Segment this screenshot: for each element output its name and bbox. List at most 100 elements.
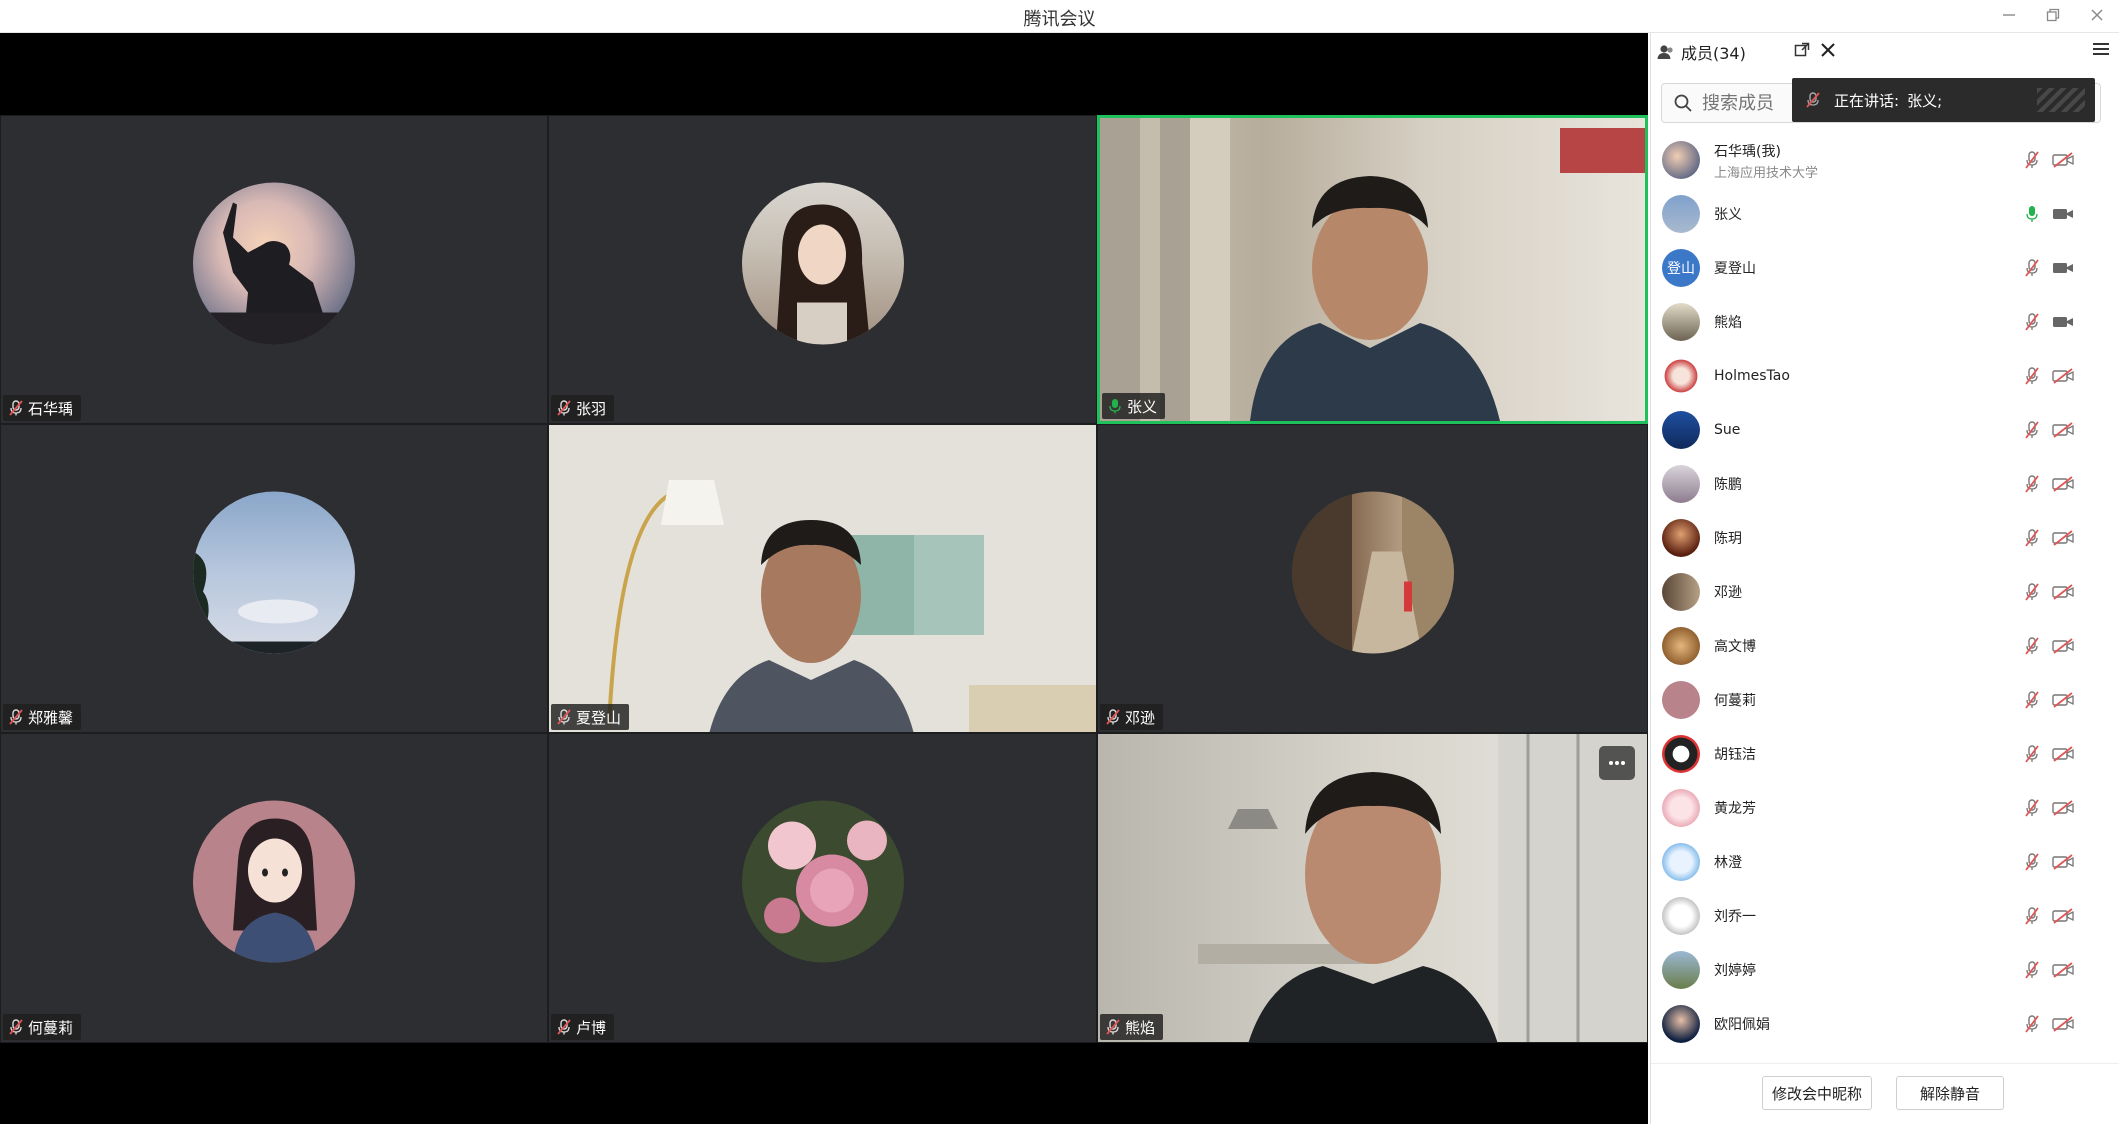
member-row[interactable]: 刘婷婷 [1651,943,2119,997]
video-tile[interactable]: 卢博 [548,733,1097,1043]
video-frame [1198,734,1647,1042]
rename-button[interactable]: 修改会中昵称 [1762,1076,1872,1110]
camera-off-icon[interactable] [2052,746,2074,762]
member-row[interactable]: 高文博 [1651,619,2119,673]
member-avatar [1662,573,1700,611]
participant-avatar [193,800,355,963]
member-row[interactable]: 登山 夏登山 [1651,241,2119,295]
video-tile[interactable]: 夏登山 [548,424,1097,733]
member-avatar [1662,303,1700,341]
member-name: 刘婷婷 [1714,963,1756,979]
member-avatar [1662,951,1700,989]
member-row[interactable]: 张义 [1651,187,2119,241]
mic-muted-icon[interactable] [2025,961,2039,979]
member-avatar [1662,789,1700,827]
menu-icon[interactable] [2092,41,2110,57]
video-tile[interactable]: 熊焰 [1097,733,1648,1043]
camera-off-icon[interactable] [2052,692,2074,708]
video-tile[interactable]: 郑雅馨 [0,424,548,733]
camera-off-icon[interactable] [2052,908,2074,924]
member-row[interactable]: 何蔓莉 [1651,673,2119,727]
mic-muted-icon[interactable] [2025,745,2039,763]
participant-name: 卢博 [576,1018,607,1037]
mic-muted-icon [1106,1019,1120,1035]
mic-muted-icon[interactable] [2025,583,2039,601]
popout-icon[interactable] [1794,42,1810,58]
search-icon [1674,94,1692,112]
camera-on-icon[interactable] [2052,260,2074,276]
mic-muted-icon[interactable] [2025,637,2039,655]
members-panel: 成员(34) 正在讲话: 张义; 石华瑀(我) 上海应用技术大学 [1650,33,2119,1124]
participant-video [1100,118,1645,421]
camera-off-icon[interactable] [2052,584,2074,600]
unmute-button[interactable]: 解除静音 [1896,1076,2004,1110]
camera-off-icon[interactable] [2052,638,2074,654]
member-avatar [1662,1005,1700,1043]
member-name: 欧阳佩娟 [1714,1017,1770,1033]
video-tile[interactable]: 张羽 [548,115,1097,424]
camera-off-icon[interactable] [2052,368,2074,384]
mic-muted-icon[interactable] [2025,313,2039,331]
member-row[interactable]: 熊焰 [1651,295,2119,349]
video-tile[interactable]: 邓逊 [1097,424,1648,733]
camera-off-icon[interactable] [2052,476,2074,492]
camera-off-icon[interactable] [2052,1016,2074,1032]
participant-nametag: 何蔓莉 [3,1014,82,1040]
camera-off-icon[interactable] [2052,152,2074,168]
cartoon-girl-image [233,818,317,963]
mic-muted-icon[interactable] [2025,1015,2039,1033]
audio-wave-icon [2037,88,2085,112]
mic-muted-icon[interactable] [2025,907,2039,925]
member-avatar [1662,465,1700,503]
panel-footer: 修改会中昵称 解除静音 [1651,1063,2119,1124]
mic-muted-icon[interactable] [2025,259,2039,277]
member-name: 张义 [1714,207,1742,223]
mic-muted-icon[interactable] [2025,367,2039,385]
member-avatar-initials: 登山 [1667,261,1695,277]
mic-muted-icon[interactable] [2025,421,2039,439]
minimize-button[interactable] [1987,0,2031,30]
member-row[interactable]: 胡钰洁 [1651,727,2119,781]
member-row[interactable]: 林澄 [1651,835,2119,889]
camera-off-icon[interactable] [2052,962,2074,978]
members-tab[interactable]: 成员(34) [1657,40,1746,64]
member-row[interactable]: 欧阳佩娟 [1651,997,2119,1051]
member-row[interactable]: 黄龙芳 [1651,781,2119,835]
member-row[interactable]: 陈鹏 [1651,457,2119,511]
video-tile[interactable]: 何蔓莉 [0,733,548,1043]
member-name: 黄龙芳 [1714,801,1756,817]
member-row[interactable]: Sue [1651,403,2119,457]
window-title: 腾讯会议 [1023,9,1096,30]
participant-name: 夏登山 [576,708,622,727]
mic-muted-icon[interactable] [2025,151,2039,169]
mic-muted-icon[interactable] [2025,853,2039,871]
participant-avatar [1291,491,1454,654]
mic-muted-icon[interactable] [2025,691,2039,709]
more-options-button[interactable] [1599,746,1635,780]
mic-muted-icon[interactable] [2025,799,2039,817]
video-tile-active-speaker[interactable]: 张义 [1097,115,1648,424]
member-row[interactable]: 石华瑀(我) 上海应用技术大学 [1651,133,2119,187]
member-row[interactable]: HolmesTao [1651,349,2119,403]
camera-off-icon[interactable] [2052,854,2074,870]
camera-off-icon[interactable] [2052,422,2074,438]
mic-on-icon[interactable] [2025,205,2039,223]
camera-off-icon[interactable] [2052,800,2074,816]
mic-on-icon [1109,399,1121,414]
member-row[interactable]: 邓逊 [1651,565,2119,619]
restore-button[interactable] [2031,0,2075,30]
mic-muted-icon[interactable] [2025,529,2039,547]
camera-on-icon[interactable] [2052,314,2074,330]
video-tile[interactable]: 石华瑀 [0,115,548,424]
camera-on-icon[interactable] [2052,206,2074,222]
member-avatar [1662,195,1700,233]
close-window-button[interactable] [2075,0,2119,30]
mic-muted-icon[interactable] [2025,475,2039,493]
close-panel-icon[interactable] [1820,42,1836,58]
member-avatar [1662,411,1700,449]
member-row[interactable]: 刘乔一 [1651,889,2119,943]
participant-video [1098,734,1647,1042]
member-row[interactable]: 陈玥 [1651,511,2119,565]
mic-muted-icon [557,400,571,416]
camera-off-icon[interactable] [2052,530,2074,546]
